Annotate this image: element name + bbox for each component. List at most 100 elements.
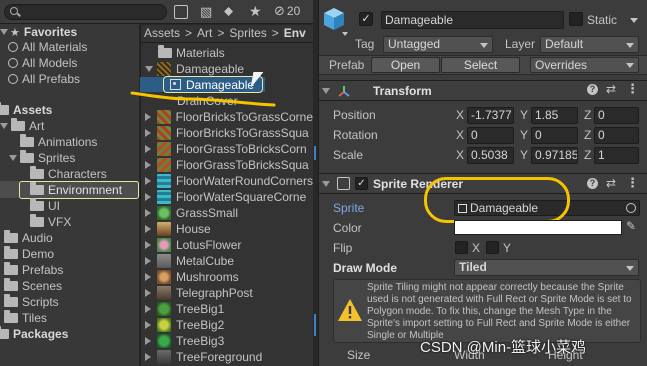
hidden-packages-toggle[interactable]: ⊘ 20 xyxy=(274,3,300,19)
list-item[interactable]: TreeBig1 xyxy=(145,301,313,316)
object-picker-icon[interactable] xyxy=(626,203,636,213)
position-x-axis-label[interactable]: X xyxy=(456,108,464,122)
list-item[interactable]: FloorBricksToGrassSqua xyxy=(145,125,313,140)
tree-item-characters[interactable]: Characters xyxy=(30,166,107,181)
search-input[interactable] xyxy=(25,5,160,19)
list-scrollbar[interactable] xyxy=(314,314,316,336)
rotation-x-field[interactable]: 0 xyxy=(467,127,514,144)
tree-item-vfx[interactable]: VFX xyxy=(30,214,71,229)
rotation-z-field[interactable]: 0 xyxy=(594,127,639,144)
label-filter-icon[interactable]: ▧ xyxy=(200,5,214,19)
color-swatch[interactable] xyxy=(454,220,622,235)
list-item[interactable]: FloorWaterSquareCorne xyxy=(145,189,313,204)
eyedropper-icon[interactable]: ✎ xyxy=(626,219,636,233)
expand-arrow-icon[interactable] xyxy=(145,160,151,169)
expand-arrow-icon[interactable] xyxy=(145,320,151,329)
expand-arrow-icon[interactable] xyxy=(145,336,151,345)
breadcrumb-item[interactable]: Art xyxy=(197,26,212,40)
favorite-item-all-models[interactable]: All Models xyxy=(8,56,77,70)
prefab-overrides-dropdown[interactable]: Overrides xyxy=(530,57,639,73)
tree-item-demo[interactable]: Demo xyxy=(4,246,54,261)
expand-arrow-icon[interactable] xyxy=(145,352,151,361)
scale-x-field[interactable]: 0.5038 xyxy=(467,147,514,164)
tree-item-ui[interactable]: UI xyxy=(30,198,60,213)
list-item[interactable]: Mushrooms xyxy=(145,269,313,284)
list-item[interactable]: FloorWaterRoundCorners xyxy=(145,173,313,188)
list-scrollbar[interactable] xyxy=(314,146,316,160)
tag-dropdown[interactable]: Untagged xyxy=(383,36,493,53)
active-checkbox[interactable]: ✓ xyxy=(359,12,373,26)
search-field[interactable] xyxy=(4,4,167,20)
component-enabled-checkbox[interactable]: ✓ xyxy=(355,177,368,190)
list-item-damageable-texture[interactable]: Damageable xyxy=(145,61,244,76)
list-item[interactable]: TreeBig2 xyxy=(145,317,313,332)
favorite-item-all-materials[interactable]: All Materials xyxy=(8,40,87,54)
breadcrumb-item[interactable]: Sprites xyxy=(229,26,266,40)
expand-arrow-icon[interactable] xyxy=(145,224,151,233)
breadcrumb-item[interactable]: Assets xyxy=(144,26,180,40)
position-x-field[interactable]: -1.7377 xyxy=(467,107,514,124)
list-item[interactable]: TelegraphPost xyxy=(145,285,313,300)
fold-arrow-icon[interactable] xyxy=(322,181,330,187)
scale-y-field[interactable]: 0.97185 xyxy=(531,147,578,164)
expand-arrow-icon[interactable] xyxy=(145,240,151,249)
rotation-y-axis-label[interactable]: Y xyxy=(520,128,528,142)
static-checkbox[interactable] xyxy=(569,12,583,26)
expand-arrow-icon[interactable] xyxy=(145,112,151,121)
list-item[interactable]: TreeForeground xyxy=(145,349,313,364)
tree-item-tiles[interactable]: Tiles xyxy=(4,310,47,325)
tree-item-scenes[interactable]: Scenes xyxy=(4,278,62,293)
scale-z-field[interactable]: 1 xyxy=(594,147,639,164)
tree-item-environmnent[interactable]: Environmnent xyxy=(30,181,122,197)
expand-arrow-icon[interactable] xyxy=(145,176,151,185)
expand-arrow-icon[interactable] xyxy=(145,288,151,297)
favorites-header[interactable]: ★ Favorites xyxy=(0,25,77,39)
tree-item-animations[interactable]: Animations xyxy=(20,134,97,149)
favorite-star-icon[interactable]: ★ xyxy=(249,3,263,19)
tree-item-sprites[interactable]: Sprites xyxy=(9,150,75,165)
list-item[interactable]: MetalCube xyxy=(145,253,313,268)
list-item[interactable]: FloorGrassToBricksCorn xyxy=(145,141,313,156)
list-item-materials[interactable]: Materials xyxy=(158,44,225,60)
favorite-item-all-prefabs[interactable]: All Prefabs xyxy=(8,72,80,86)
object-name-field[interactable]: Damageable xyxy=(381,11,564,29)
scale-z-axis-label[interactable]: Z xyxy=(584,148,591,162)
packages-header[interactable]: Packages xyxy=(0,326,68,341)
help-icon[interactable]: ? xyxy=(587,178,598,189)
position-z-field[interactable]: 0 xyxy=(594,107,639,124)
expand-arrow-icon[interactable] xyxy=(145,144,151,153)
tag-icon[interactable]: ⬥ xyxy=(224,4,238,18)
tree-item-audio[interactable]: Audio xyxy=(4,230,53,245)
tree-item-prefabs[interactable]: Prefabs xyxy=(4,262,63,277)
position-z-axis-label[interactable]: Z xyxy=(584,108,591,122)
position-y-axis-label[interactable]: Y xyxy=(520,108,528,122)
expand-arrow-icon[interactable] xyxy=(145,304,151,313)
tree-item-art[interactable]: Art xyxy=(0,118,44,133)
list-item[interactable]: FloorBricksToGrassCorne xyxy=(145,109,313,124)
assets-header[interactable]: Assets xyxy=(0,102,52,117)
list-item[interactable]: GrassSmall xyxy=(145,205,313,220)
help-icon[interactable]: ? xyxy=(587,84,598,95)
scale-x-axis-label[interactable]: X xyxy=(456,148,464,162)
list-item[interactable]: House xyxy=(145,221,313,236)
layer-dropdown[interactable]: Default xyxy=(540,36,639,53)
draw-mode-dropdown[interactable]: Tiled xyxy=(454,259,639,276)
expand-arrow-icon[interactable] xyxy=(145,192,151,201)
prefab-select-button[interactable]: Select xyxy=(441,57,520,73)
search-by-type-icon[interactable] xyxy=(174,5,188,19)
list-item[interactable]: LotusFlower xyxy=(145,237,313,252)
preset-icon[interactable]: ⇄ xyxy=(606,82,616,96)
list-item[interactable]: TreeBig3 xyxy=(145,333,313,348)
icon-dropdown-arrow[interactable] xyxy=(342,32,348,36)
expand-arrow-icon[interactable] xyxy=(145,256,151,265)
rotation-z-axis-label[interactable]: Z xyxy=(584,128,591,142)
preset-icon[interactable]: ⇄ xyxy=(606,176,616,190)
flip-y-checkbox[interactable] xyxy=(486,241,499,254)
list-item[interactable]: FloorGrassToBricksSqua xyxy=(145,157,313,172)
breadcrumb-item[interactable]: Env xyxy=(284,26,306,40)
scale-y-axis-label[interactable]: Y xyxy=(520,148,528,162)
static-dropdown-arrow[interactable] xyxy=(630,18,638,23)
expand-arrow-icon[interactable] xyxy=(145,208,151,217)
rotation-x-axis-label[interactable]: X xyxy=(456,128,464,142)
expand-arrow-icon[interactable] xyxy=(145,128,151,137)
